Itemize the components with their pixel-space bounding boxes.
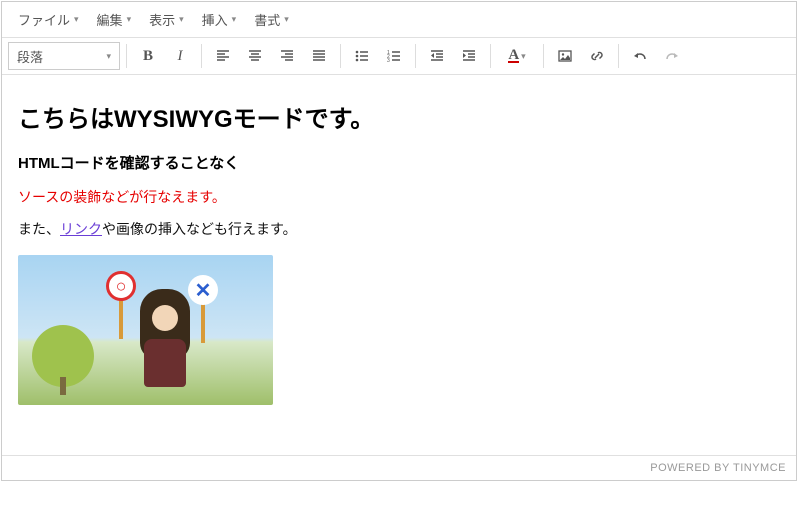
menu-label: ファイル [18, 10, 70, 29]
para-after: や画像の挿入なども行えます。 [102, 221, 297, 237]
menu-edit[interactable]: 編集 ▾ [89, 6, 140, 33]
outdent-button[interactable] [422, 42, 452, 70]
menu-label: 書式 [254, 10, 280, 29]
separator [618, 44, 619, 68]
bold-icon: B [143, 48, 153, 65]
align-center-icon [247, 48, 263, 64]
numbered-list-icon: 123 [386, 48, 402, 64]
italic-icon: I [178, 48, 183, 65]
align-justify-icon [311, 48, 327, 64]
menu-file[interactable]: ファイル ▾ [10, 6, 87, 33]
image-button[interactable] [550, 42, 580, 70]
bullet-list-icon [354, 48, 370, 64]
content-heading: こちらはWYSIWYGモードです。 [18, 99, 780, 134]
content-link[interactable]: リンク [60, 221, 102, 237]
bullet-list-button[interactable] [347, 42, 377, 70]
redo-icon [664, 48, 680, 64]
separator [543, 44, 544, 68]
text-color-button[interactable]: A ▾ [497, 42, 537, 70]
chevron-down-icon: ▾ [232, 14, 237, 25]
editor-content[interactable]: こちらはWYSIWYGモードです。 HTMLコードを確認することなく ソースの装… [2, 75, 796, 455]
toolbar: 段落 ▾ B I 123 [2, 38, 796, 75]
chevron-down-icon: ▾ [284, 14, 289, 25]
para-before: また、 [18, 221, 60, 237]
menu-label: 挿入 [202, 10, 228, 29]
align-justify-button[interactable] [304, 42, 334, 70]
align-left-button[interactable] [208, 42, 238, 70]
separator [340, 44, 341, 68]
separator [415, 44, 416, 68]
separator [490, 44, 491, 68]
format-select-label: 段落 [17, 47, 43, 66]
content-subheading: HTMLコードを確認することなく [18, 152, 780, 173]
editor-footer: POWERED BY TINYMCE [2, 455, 796, 480]
content-paragraph: また、リンクや画像の挿入なども行えます。 [18, 219, 780, 239]
menu-label: 編集 [97, 10, 123, 29]
image-stick [119, 299, 123, 339]
italic-button[interactable]: I [165, 42, 195, 70]
indent-icon [461, 48, 477, 64]
image-icon [557, 48, 573, 64]
align-center-button[interactable] [240, 42, 270, 70]
format-select[interactable]: 段落 ▾ [8, 42, 120, 70]
bold-button[interactable]: B [133, 42, 163, 70]
link-icon [589, 48, 605, 64]
undo-icon [632, 48, 648, 64]
editor-container: ファイル ▾ 編集 ▾ 表示 ▾ 挿入 ▾ 書式 ▾ 段落 ▾ B I [1, 1, 797, 481]
content-image[interactable]: ○ ✕ [18, 255, 273, 405]
link-button[interactable] [582, 42, 612, 70]
text-color-icon: A [508, 49, 519, 63]
undo-button[interactable] [625, 42, 655, 70]
chevron-down-icon: ▾ [106, 51, 111, 62]
numbered-list-button[interactable]: 123 [379, 42, 409, 70]
chevron-down-icon: ▾ [179, 14, 184, 25]
separator [126, 44, 127, 68]
menu-view[interactable]: 表示 ▾ [141, 6, 192, 33]
outdent-icon [429, 48, 445, 64]
separator [201, 44, 202, 68]
menubar: ファイル ▾ 編集 ▾ 表示 ▾ 挿入 ▾ 書式 ▾ [2, 2, 796, 38]
chevron-down-icon: ▾ [127, 14, 132, 25]
redo-button[interactable] [657, 42, 687, 70]
footer-text: POWERED BY TINYMCE [650, 462, 786, 474]
image-girl [130, 279, 200, 399]
menu-insert[interactable]: 挿入 ▾ [194, 6, 245, 33]
chevron-down-icon: ▾ [521, 51, 526, 62]
menu-label: 表示 [149, 10, 175, 29]
menu-format[interactable]: 書式 ▾ [246, 6, 297, 33]
svg-text:3: 3 [387, 58, 390, 64]
indent-button[interactable] [454, 42, 484, 70]
image-trunk [60, 377, 66, 395]
align-left-icon [215, 48, 231, 64]
content-red-line: ソースの装飾などが行なえます。 [18, 187, 780, 207]
chevron-down-icon: ▾ [74, 14, 79, 25]
align-right-button[interactable] [272, 42, 302, 70]
align-right-icon [279, 48, 295, 64]
image-stick [201, 303, 205, 343]
